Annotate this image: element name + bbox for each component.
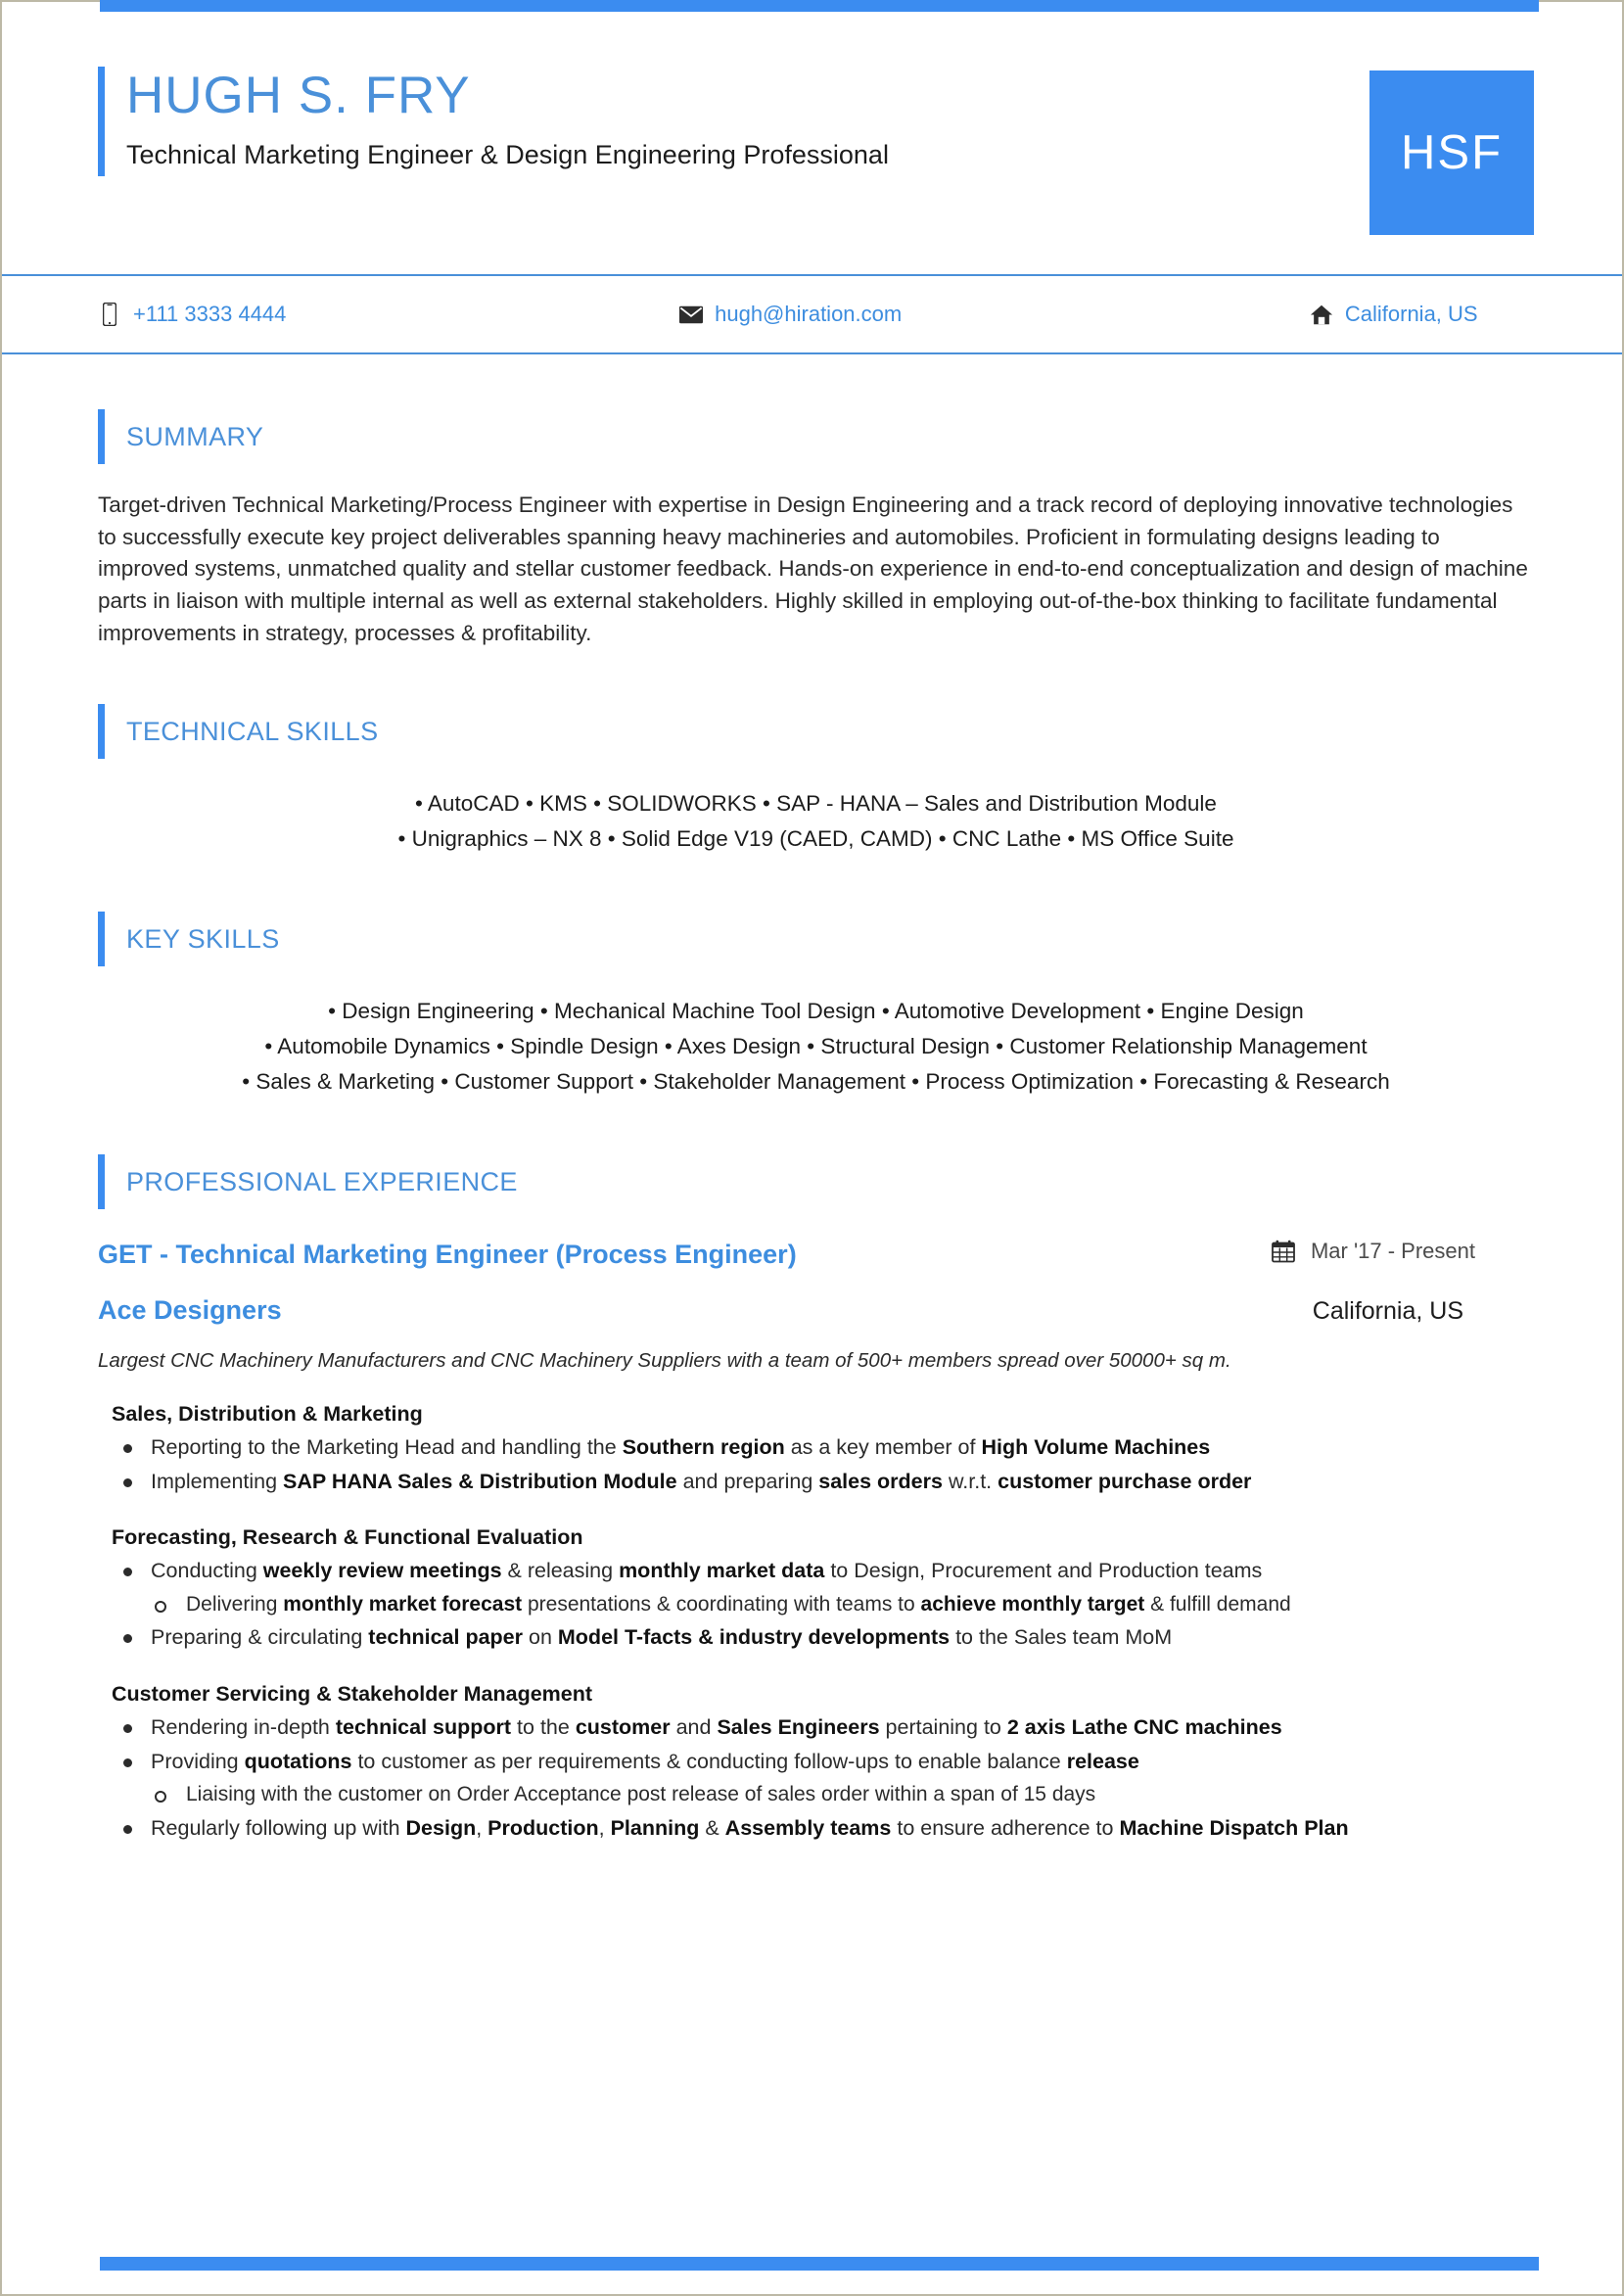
section-key-skills: KEY SKILLS • Design Engineering • Mechan… xyxy=(98,912,1534,1100)
experience-group: Sales, Distribution & Marketing Reportin… xyxy=(98,1402,1534,1496)
contact-phone[interactable]: +111 3333 4444 xyxy=(98,302,572,327)
contact-email[interactable]: hugh@hiration.com xyxy=(572,302,1168,327)
key-skills-line: • Design Engineering • Mechanical Machin… xyxy=(328,999,1304,1024)
experience-description: Largest CNC Machinery Manufacturers and … xyxy=(98,1349,1231,1373)
experience-group: Forecasting, Research & Functional Evalu… xyxy=(98,1525,1534,1653)
experience-group-title: Sales, Distribution & Marketing xyxy=(112,1402,423,1427)
envelope-icon xyxy=(679,302,704,327)
experience-bullet: Providing quotations to customer as per … xyxy=(112,1747,1534,1777)
experience-bullet: Conducting weekly review meetings & rele… xyxy=(112,1556,1534,1586)
calendar-icon xyxy=(1272,1240,1295,1263)
experience-heading: PROFESSIONAL EXPERIENCE xyxy=(98,1154,1534,1210)
summary-text: Target-driven Technical Marketing/Proces… xyxy=(98,492,1528,645)
technical-skills-line: • AutoCAD • KMS • SOLIDWORKS • SAP - HAN… xyxy=(415,791,1217,817)
resume-page: HUGH S. FRY Technical Marketing Engineer… xyxy=(0,0,1624,2296)
mobile-phone-icon xyxy=(98,302,121,327)
monogram-avatar: HSF xyxy=(1369,70,1534,235)
experience-entry: GET - Technical Marketing Engineer (Proc… xyxy=(98,1239,1534,1843)
section-summary: SUMMARY Target-driven Technical Marketin… xyxy=(98,409,1534,649)
key-skills-line: • Sales & Marketing • Customer Support •… xyxy=(242,1069,1390,1095)
experience-sub-bullet: Delivering monthly market forecast prese… xyxy=(112,1590,1534,1619)
experience-bullet: Regularly following up with Design, Prod… xyxy=(112,1813,1534,1844)
experience-bullet: Reporting to the Marketing Head and hand… xyxy=(112,1432,1534,1463)
technical-skills-heading: TECHNICAL SKILLS xyxy=(98,704,1534,760)
key-skills-heading-text: KEY SKILLS xyxy=(126,923,280,954)
resume-body: SUMMARY Target-driven Technical Marketin… xyxy=(2,409,1622,1843)
home-icon xyxy=(1310,302,1333,327)
experience-bullet-list: Reporting to the Marketing Head and hand… xyxy=(98,1432,1534,1496)
key-skills-list: • Design Engineering • Mechanical Machin… xyxy=(98,994,1534,1100)
experience-date-text: Mar '17 - Present xyxy=(1310,1239,1475,1264)
contact-location-text: California, US xyxy=(1344,302,1478,326)
summary-heading-text: SUMMARY xyxy=(126,421,264,451)
experience-company: Ace Designers xyxy=(98,1295,282,1326)
candidate-title: Technical Marketing Engineer & Design En… xyxy=(126,140,889,170)
experience-heading-text: PROFESSIONAL EXPERIENCE xyxy=(126,1166,518,1196)
experience-bullet-list: Conducting weekly review meetings & rele… xyxy=(98,1556,1534,1653)
experience-group-title: Customer Servicing & Stakeholder Managem… xyxy=(112,1682,593,1706)
experience-location: California, US xyxy=(1312,1297,1463,1326)
experience-role: GET - Technical Marketing Engineer (Proc… xyxy=(98,1240,797,1270)
experience-sub-bullet: Liaising with the customer on Order Acce… xyxy=(112,1780,1534,1809)
technical-skills-heading-text: TECHNICAL SKILLS xyxy=(126,716,379,746)
experience-group: Customer Servicing & Stakeholder Managem… xyxy=(98,1682,1534,1843)
experience-bullet: Preparing & circulating technical paper … xyxy=(112,1622,1534,1653)
experience-date: Mar '17 - Present xyxy=(1272,1239,1534,1264)
section-professional-experience: PROFESSIONAL EXPERIENCE GET - Technical … xyxy=(98,1154,1534,1843)
summary-heading: SUMMARY xyxy=(98,409,1534,464)
key-skills-heading: KEY SKILLS xyxy=(98,912,1534,967)
experience-group-title: Forecasting, Research & Functional Evalu… xyxy=(112,1525,583,1550)
experience-bullet: Implementing SAP HANA Sales & Distributi… xyxy=(112,1467,1534,1497)
experience-bullet: Rendering in-depth technical support to … xyxy=(112,1712,1534,1743)
contact-location[interactable]: California, US xyxy=(1168,302,1534,327)
section-technical-skills: TECHNICAL SKILLS • AutoCAD • KMS • SOLID… xyxy=(98,704,1534,857)
bottom-accent-bar xyxy=(100,2257,1539,2271)
contact-bar: +111 3333 4444 hugh@hiration.com Califor… xyxy=(2,276,1622,354)
key-skills-line: • Automobile Dynamics • Spindle Design •… xyxy=(264,1034,1368,1059)
technical-skills-list: • AutoCAD • KMS • SOLIDWORKS • SAP - HAN… xyxy=(98,786,1534,857)
candidate-name: HUGH S. FRY xyxy=(126,67,471,124)
contact-email-text: hugh@hiration.com xyxy=(715,302,903,326)
experience-company-row: Ace Designers California, US xyxy=(98,1295,1534,1326)
experience-bullet-list: Rendering in-depth technical support to … xyxy=(98,1712,1534,1843)
resume-header: HUGH S. FRY Technical Marketing Engineer… xyxy=(2,2,1622,276)
technical-skills-line: • Unigraphics – NX 8 • Solid Edge V19 (C… xyxy=(397,826,1234,852)
contact-phone-text: +111 3333 4444 xyxy=(133,302,287,326)
name-block: HUGH S. FRY Technical Marketing Engineer… xyxy=(98,67,889,177)
experience-role-row: GET - Technical Marketing Engineer (Proc… xyxy=(98,1239,1534,1270)
